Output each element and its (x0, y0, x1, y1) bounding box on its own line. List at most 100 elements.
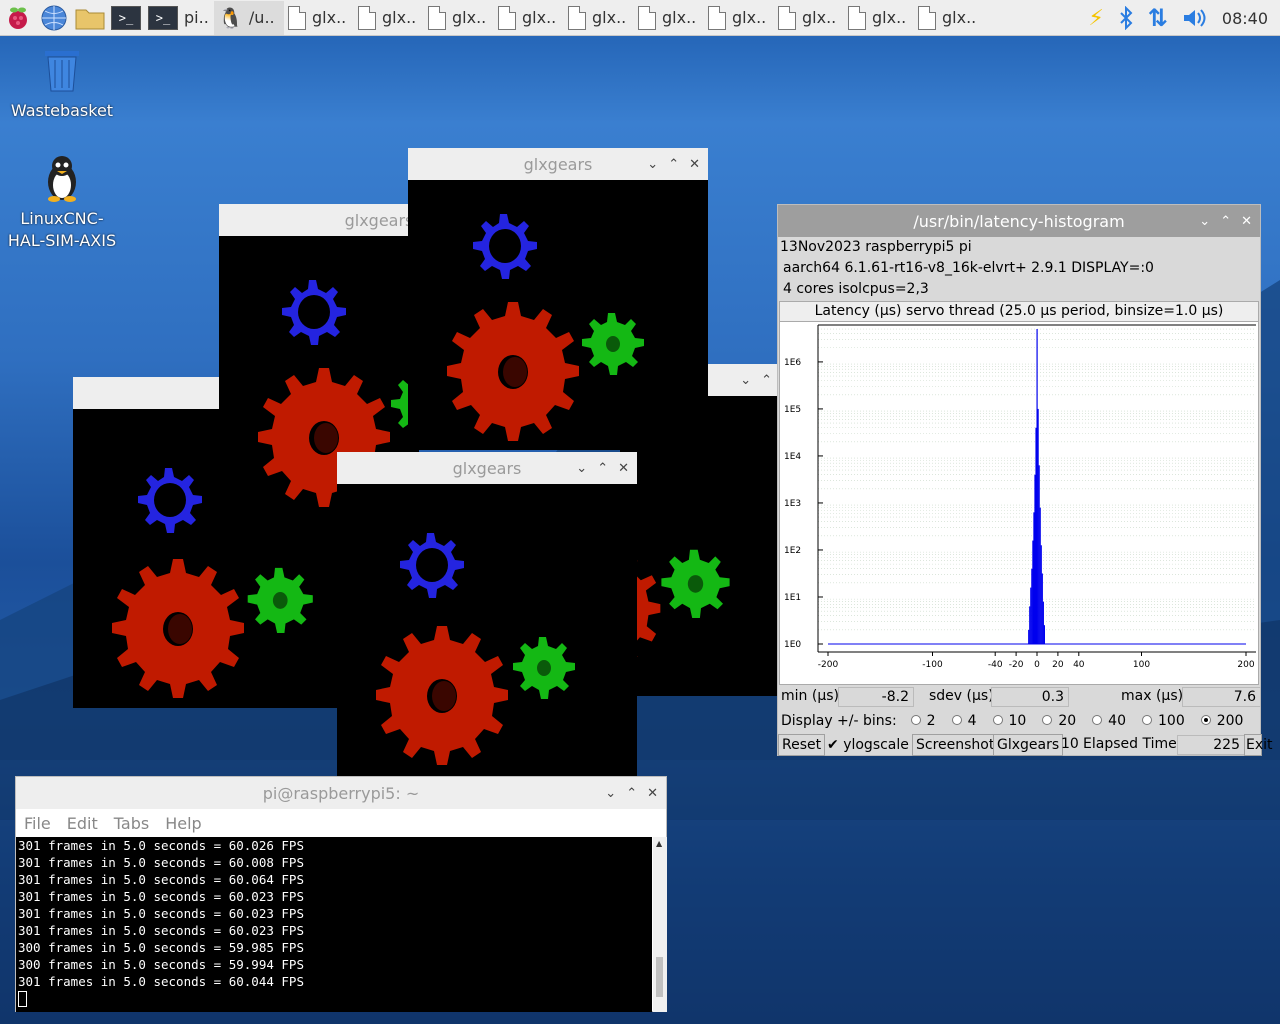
terminal-window[interactable]: pi@raspberrypi5: ~ ⌄ ⌃ ✕ File Edit Tabs Help … (15, 776, 667, 1012)
bins-radio-20[interactable]: 20 (1042, 713, 1076, 729)
document-icon (778, 5, 796, 30)
linuxcnc-icon (48, 156, 76, 202)
histogram-bar (1040, 545, 1042, 644)
chart-title: Latency (µs) servo thread (25.0 µs perio… (780, 302, 1258, 322)
bins-radio-2[interactable]: 2 (910, 713, 936, 729)
radio-icon (1200, 715, 1211, 725)
web-browser-icon[interactable] (36, 0, 72, 36)
minimize-icon[interactable]: ⌄ (647, 157, 658, 172)
bins-radio-label: 100 (1158, 713, 1185, 729)
latency-histogram-window[interactable]: /usr/bin/latency-histogram ⌄ ⌃ ✕ 13Nov2023… (777, 204, 1273, 756)
terminal-menubar: File Edit Tabs Help (16, 809, 666, 837)
x-tick-label: -200 (818, 660, 839, 670)
document-icon (638, 5, 656, 30)
document-icon (918, 5, 936, 30)
bins-row: Display +/- bins: 2 4 10 20 40 100 200 (781, 711, 1265, 731)
taskbar-task-7[interactable]: glx.. (634, 1, 704, 35)
maximize-icon[interactable]: ⌃ (1220, 214, 1231, 229)
taskbar-task-6[interactable]: glx.. (564, 1, 634, 35)
bins-radio-label: 40 (1108, 713, 1126, 729)
radio-icon (1142, 715, 1152, 725)
maximize-icon[interactable]: ⌃ (761, 373, 772, 388)
glxgears-button[interactable]: Glxgears (993, 734, 1064, 756)
ylogscale-checkbox[interactable]: ✔ ylogscale (827, 737, 909, 753)
exit-button[interactable]: Exit (1244, 734, 1273, 756)
radio-icon (1042, 715, 1053, 725)
bluetooth-icon[interactable] (1118, 6, 1134, 30)
terminal-line: 300 frames in 5.0 seconds = 59.994 FPS (18, 957, 304, 972)
raspberry-menu-icon[interactable] (0, 0, 36, 36)
maximize-icon[interactable]: ⌃ (626, 786, 637, 801)
taskbar-task-9[interactable]: glx.. (774, 1, 844, 35)
terminal-line: 301 frames in 5.0 seconds = 60.008 FPS (18, 855, 304, 870)
minimize-icon[interactable]: ⌄ (1199, 214, 1210, 229)
min-label: min (µs) (781, 688, 839, 704)
latency-histogram-plot: 1E61E51E41E31E21E11E0-200 -100 -40 -20 0 20 40… (784, 324, 1256, 670)
maximize-icon[interactable]: ⌃ (668, 157, 679, 172)
taskbar-task-3[interactable]: glx.. (354, 1, 424, 35)
reset-button[interactable]: Reset (778, 734, 826, 756)
radio-icon (910, 715, 921, 725)
taskbar-task-0[interactable]: >_ pi.. (144, 1, 214, 35)
glxgears-window-3[interactable]: glxgears ⌄ ⌃ ✕ (408, 148, 708, 450)
info-line-3: 4 cores isolcpus=2,3 (783, 281, 929, 297)
minimize-icon[interactable]: ⌄ (605, 786, 616, 801)
screenshot-button[interactable]: Screenshot (912, 734, 999, 756)
latency-histogram-titlebar[interactable]: /usr/bin/latency-histogram ⌄ ⌃ ✕ (778, 205, 1260, 237)
volume-icon[interactable] (1182, 7, 1208, 29)
terminal-output[interactable]: 301 frames in 5.0 seconds = 60.026 FPS 30… (16, 837, 652, 1012)
bins-radio-label: 4 (967, 713, 977, 729)
linuxcnc-desktop-icon[interactable]: LinuxCNC- HAL-SIM-AXIS (7, 152, 117, 252)
close-icon[interactable]: ✕ (1241, 214, 1252, 229)
taskbar-task-2[interactable]: glx.. (284, 1, 354, 35)
power-icon[interactable]: ⚡ (1088, 6, 1103, 31)
linuxcnc-label-line2: HAL-SIM-AXIS (7, 231, 117, 250)
menu-tabs[interactable]: Tabs (114, 814, 149, 833)
close-icon[interactable]: ✕ (647, 786, 658, 801)
histogram-bar (1030, 587, 1032, 644)
terminal-line: 301 frames in 5.0 seconds = 60.023 FPS (18, 906, 304, 921)
document-icon (428, 5, 446, 30)
taskbar-task-10[interactable]: glx.. (844, 1, 914, 35)
wastebasket-desktop-icon[interactable]: Wastebasket (7, 48, 117, 122)
bins-radio-40[interactable]: 40 (1092, 713, 1126, 729)
terminal-titlebar[interactable]: pi@raspberrypi5: ~ ⌄ ⌃ ✕ (16, 777, 666, 809)
close-icon[interactable]: ✕ (618, 461, 629, 476)
bins-radio-4[interactable]: 4 (951, 713, 977, 729)
display-bins-label: Display +/- bins: (781, 713, 897, 729)
close-icon[interactable]: ✕ (689, 157, 700, 172)
clock[interactable]: 08:40 (1222, 9, 1268, 28)
glxgears-titlebar-2[interactable]: glxgears (219, 204, 419, 236)
minimize-icon[interactable]: ⌄ (740, 373, 751, 388)
x-tick-label: -100 (922, 660, 943, 670)
bins-radio-10[interactable]: 10 (992, 713, 1026, 729)
histogram-bar (1034, 474, 1036, 644)
taskbar-task-1[interactable]: 🐧 /u.. (214, 0, 284, 35)
menu-help[interactable]: Help (165, 814, 201, 833)
histogram-bar (1029, 606, 1031, 644)
taskbar-task-5[interactable]: glx.. (494, 1, 564, 35)
network-icon[interactable]: ⇅ (1148, 4, 1168, 32)
terminal-scrollbar[interactable]: ▲ (653, 837, 667, 1012)
glxgears-titlebar-3[interactable]: glxgears ⌄ ⌃ ✕ (408, 148, 708, 180)
maximize-icon[interactable]: ⌃ (597, 461, 608, 476)
terminal-icon[interactable]: >_ (108, 0, 144, 36)
glxgears-window-5[interactable]: glxgears ⌄ ⌃ ✕ (337, 452, 637, 782)
bins-radio-100[interactable]: 100 (1142, 713, 1185, 729)
taskbar-task-label: glx.. (312, 8, 347, 27)
taskbar-task-8[interactable]: glx.. (704, 1, 774, 35)
bins-radio-200[interactable]: 200 (1200, 713, 1243, 729)
glxgears-canvas-5 (337, 484, 637, 782)
x-tick-label: -40 (988, 660, 1003, 670)
taskbar-task-11[interactable]: glx.. (914, 1, 984, 35)
file-manager-icon[interactable] (72, 0, 108, 36)
taskbar-task-4[interactable]: glx.. (424, 1, 494, 35)
glxgears-titlebar-5[interactable]: glxgears ⌄ ⌃ ✕ (337, 452, 637, 484)
wastebasket-label: Wastebasket (10, 101, 114, 120)
histogram-bar (1033, 512, 1035, 644)
menu-edit[interactable]: Edit (67, 814, 98, 833)
minimize-icon[interactable]: ⌄ (576, 461, 587, 476)
y-tick-label: 1E5 (784, 405, 801, 415)
taskbar-task-label: glx.. (942, 8, 977, 27)
menu-file[interactable]: File (24, 814, 51, 833)
